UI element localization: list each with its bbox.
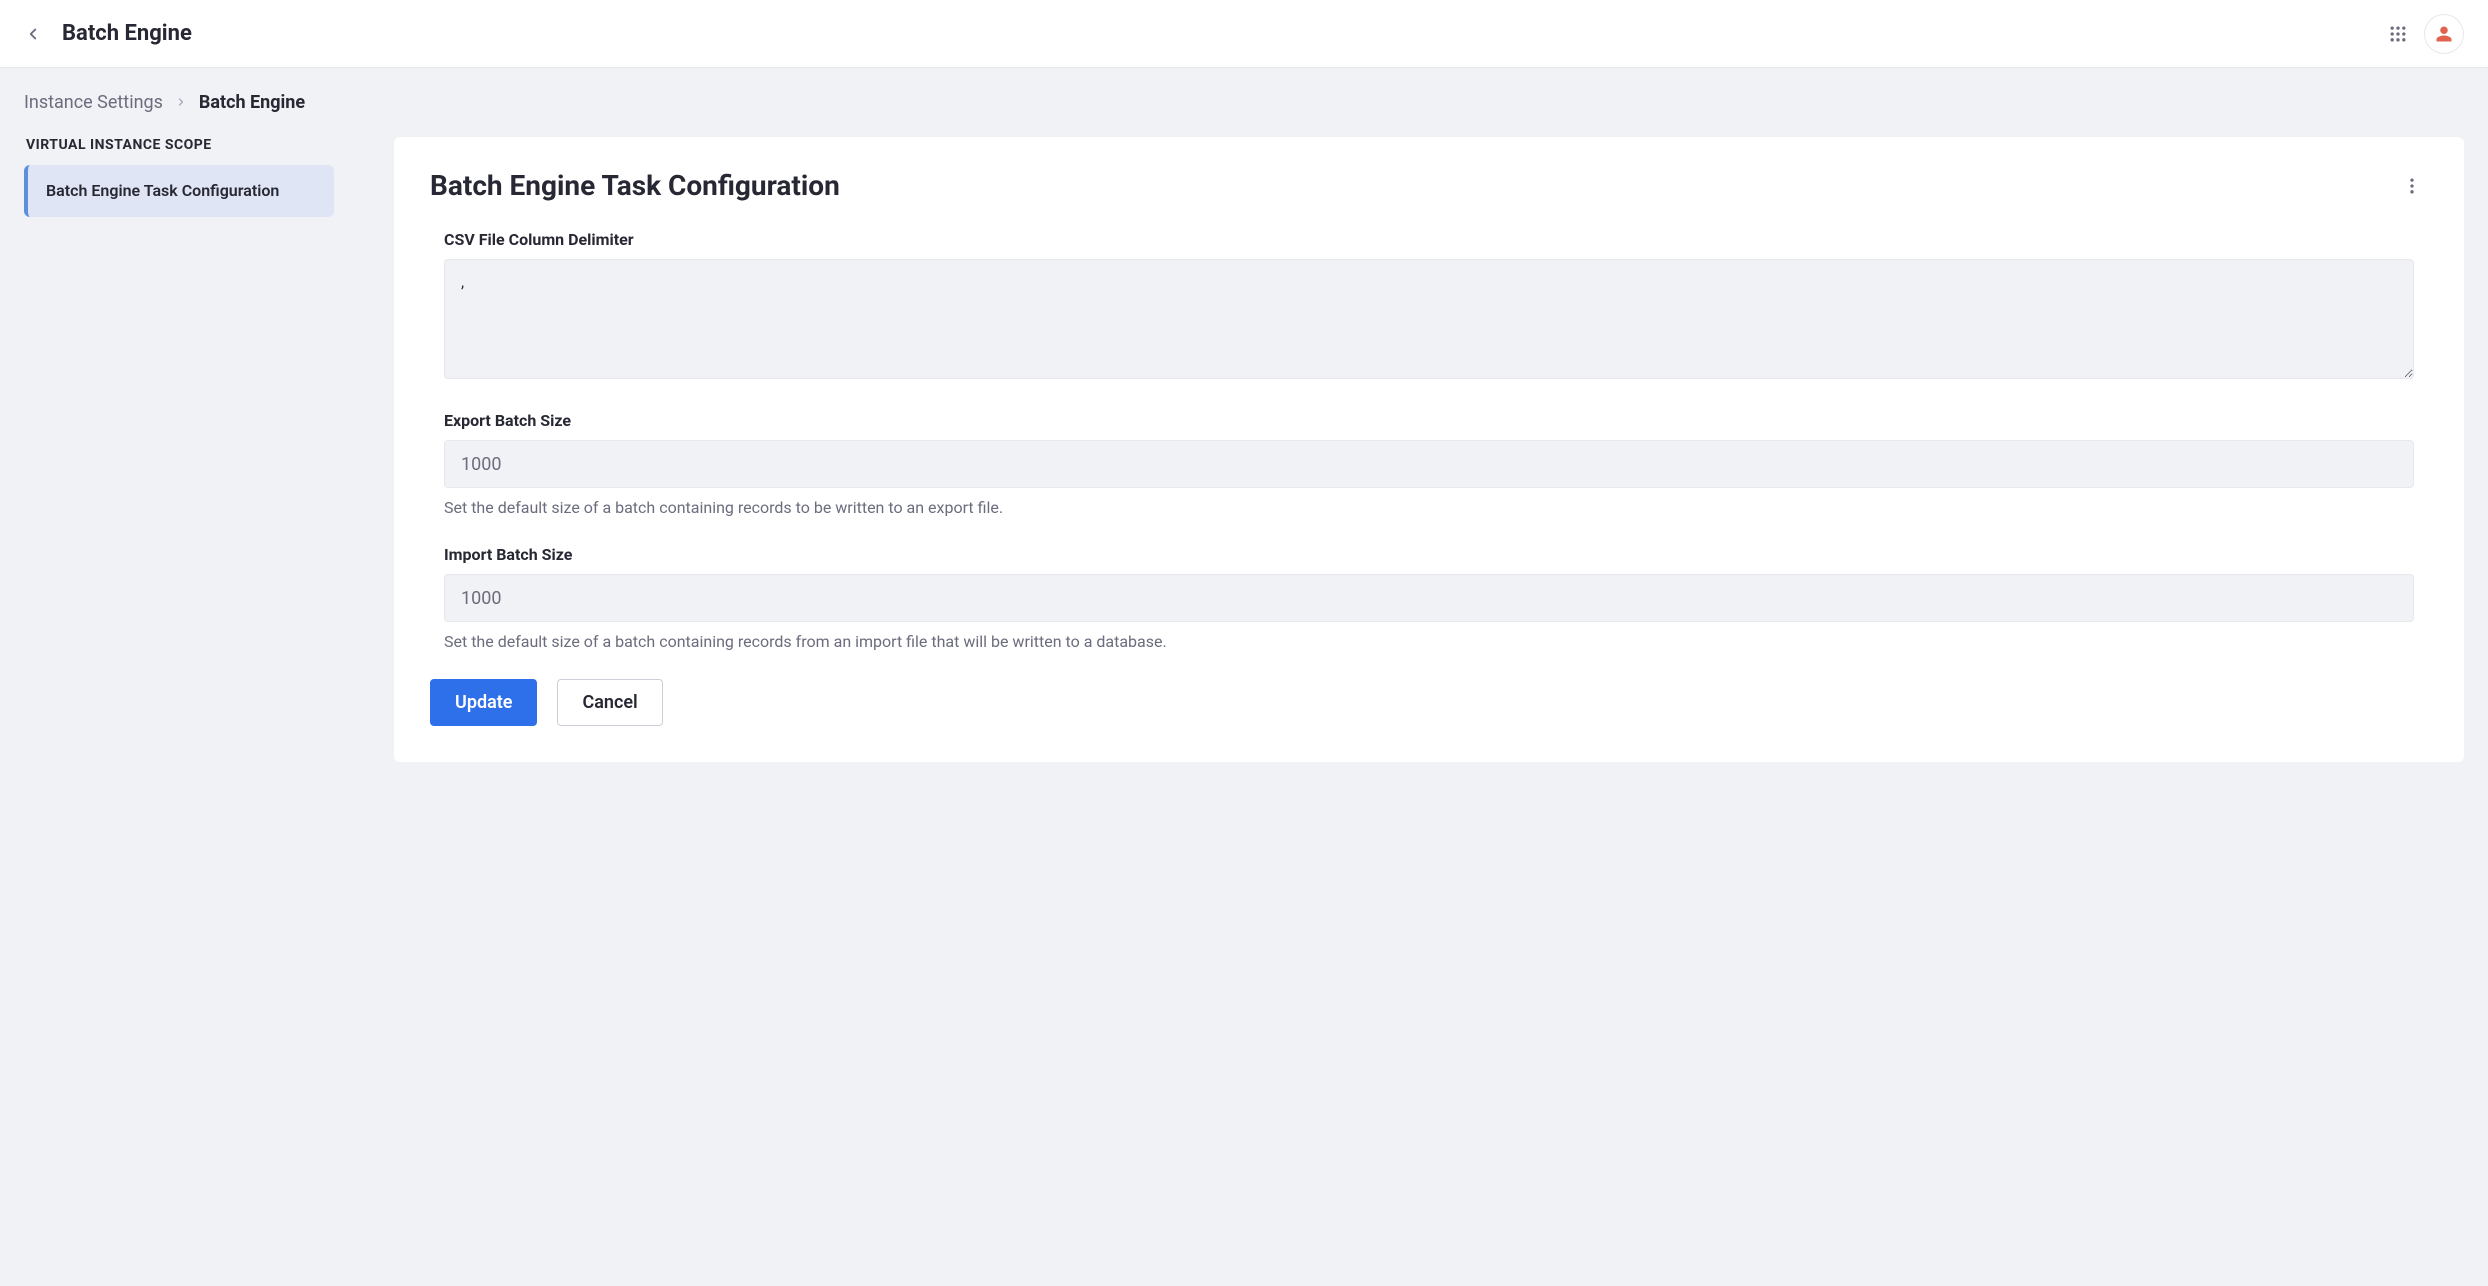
export-batch-size-help: Set the default size of a batch containi… bbox=[444, 498, 2414, 517]
export-batch-size-label: Export Batch Size bbox=[444, 411, 2414, 430]
field-csv-delimiter: CSV File Column Delimiter , bbox=[430, 230, 2428, 383]
back-icon[interactable] bbox=[24, 25, 42, 43]
sidebar-item-batch-engine-task-configuration[interactable]: Batch Engine Task Configuration bbox=[24, 165, 334, 217]
cancel-button[interactable]: Cancel bbox=[557, 679, 662, 726]
update-button[interactable]: Update bbox=[430, 679, 537, 726]
apps-grid-icon[interactable] bbox=[2388, 24, 2408, 44]
panel-title: Batch Engine Task Configuration bbox=[430, 169, 840, 202]
button-row: Update Cancel bbox=[430, 679, 2428, 726]
top-bar: Batch Engine bbox=[0, 0, 2488, 68]
field-export-batch-size: Export Batch Size Set the default size o… bbox=[430, 411, 2428, 517]
export-batch-size-input[interactable] bbox=[444, 440, 2414, 488]
panel-header: Batch Engine Task Configuration bbox=[430, 169, 2428, 202]
chevron-right-icon bbox=[175, 92, 187, 113]
page-body: Instance Settings Batch Engine Virtual I… bbox=[0, 68, 2488, 786]
content-wrapper: Virtual Instance Scope Batch Engine Task… bbox=[24, 137, 2464, 762]
field-import-batch-size: Import Batch Size Set the default size o… bbox=[430, 545, 2428, 651]
top-bar-left: Batch Engine bbox=[24, 21, 192, 46]
breadcrumb: Instance Settings Batch Engine bbox=[24, 92, 2464, 113]
breadcrumb-parent[interactable]: Instance Settings bbox=[24, 92, 163, 113]
import-batch-size-label: Import Batch Size bbox=[444, 545, 2414, 564]
breadcrumb-current: Batch Engine bbox=[199, 92, 305, 113]
top-bar-right bbox=[2388, 14, 2464, 54]
csv-delimiter-label: CSV File Column Delimiter bbox=[444, 230, 2414, 249]
sidebar: Virtual Instance Scope Batch Engine Task… bbox=[24, 137, 334, 217]
page-title: Batch Engine bbox=[62, 21, 192, 46]
sidebar-item-label: Batch Engine Task Configuration bbox=[46, 181, 279, 200]
kebab-menu-icon[interactable] bbox=[2396, 170, 2428, 202]
import-batch-size-input[interactable] bbox=[444, 574, 2414, 622]
user-avatar[interactable] bbox=[2424, 14, 2464, 54]
sidebar-heading: Virtual Instance Scope bbox=[24, 137, 334, 153]
main-panel: Batch Engine Task Configuration CSV File… bbox=[394, 137, 2464, 762]
import-batch-size-help: Set the default size of a batch containi… bbox=[444, 632, 2414, 651]
csv-delimiter-input[interactable]: , bbox=[444, 259, 2414, 379]
